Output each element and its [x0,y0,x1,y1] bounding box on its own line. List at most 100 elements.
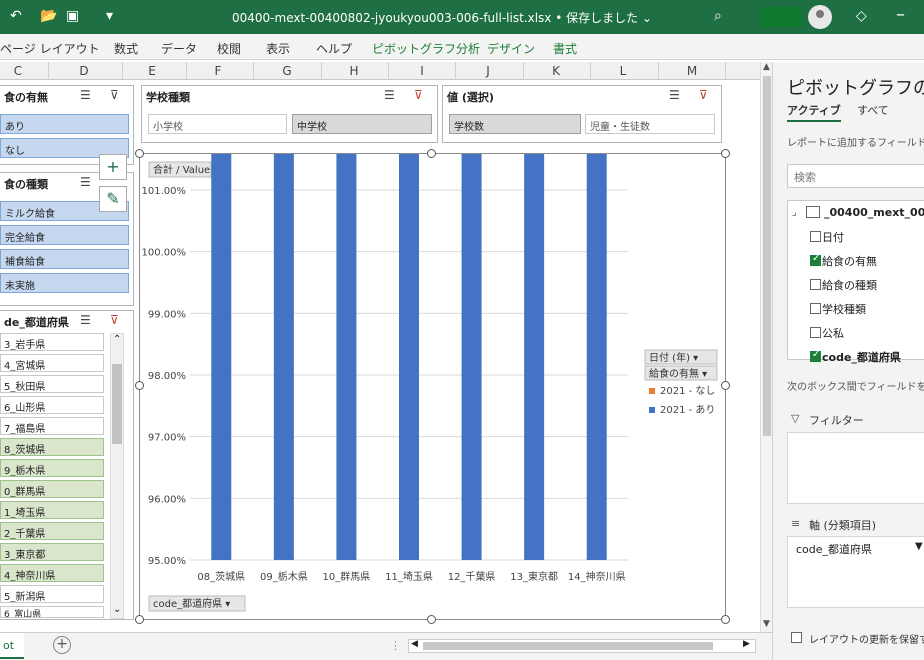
slicer-item[interactable]: 7_福島県 [0,417,104,435]
tab-pivotchart-analyze[interactable]: ピボットグラフ分析 [372,40,480,57]
resize-handle[interactable] [427,149,436,158]
tab-view[interactable]: 表示 [266,40,290,57]
account-name[interactable] [760,7,802,27]
defer-update-label[interactable]: レイアウトの更新を保留す [809,631,924,646]
resize-handle[interactable] [721,381,730,390]
col-header[interactable]: I [412,64,432,78]
tab-help[interactable]: ヘルプ [316,40,352,57]
col-header[interactable]: H [344,64,364,78]
slicer-item[interactable]: 中学校 [292,114,432,134]
slicer-todofuken[interactable]: de_都道府県 ☰ ⊽ 3_岩手県 4_宮城県 5_秋田県 6_山形県 7_福島… [0,310,134,620]
slicer-atai[interactable]: 値 (選択) ☰ ⊽ 学校数 児童・生徒数 [442,85,722,143]
tab-page-layout[interactable]: ページ レイアウト [0,40,100,57]
clear-filter-icon[interactable]: ⊽ [699,88,708,102]
autosave-icon[interactable]: ↶ [10,8,22,24]
slicer-item[interactable]: 5_新潟県 [0,585,104,603]
multi-select-icon[interactable]: ☰ [384,88,395,102]
slicer-item[interactable]: 8_茨城県 [0,438,104,456]
vertical-scrollbar[interactable]: ▲ ▼ [760,62,772,632]
sheet-scroll-divider-icon[interactable]: ⋮ [390,639,401,652]
scroll-down-icon[interactable]: ⌄ [113,604,121,615]
col-header[interactable]: M [682,64,702,78]
field-label[interactable]: 給食の有無 [822,253,877,269]
col-header[interactable]: D [74,64,94,78]
tab-formulas[interactable]: 数式 [114,40,138,57]
slicer-item[interactable]: 6_山形県 [0,396,104,414]
scroll-left-icon[interactable]: ◀ [411,639,418,649]
clear-filter-icon[interactable]: ⊽ [414,88,423,102]
multi-select-icon[interactable]: ☰ [80,88,91,102]
slicer-item[interactable]: 0_群馬県 [0,480,104,498]
slicer-item[interactable]: 補食給食 [0,249,129,269]
collapse-icon[interactable]: ⌟ [792,207,797,218]
axis-field-chip[interactable]: code_都道府県 [796,541,872,557]
multi-select-icon[interactable]: ☰ [80,313,91,327]
worksheet-grid[interactable]: 食の有無 ☰ ⊽ あり なし 食の種類 ☰ ミルク給食 完全給食 補食給食 未実… [0,0,760,632]
col-header[interactable]: F [208,64,228,78]
scroll-thumb[interactable] [763,76,771,436]
field-label[interactable]: code_都道府県 [822,349,901,365]
axis-drop-area[interactable]: code_都道府県 ▼ [787,536,924,608]
field-checkbox[interactable] [810,231,821,242]
chart-styles-button[interactable]: ✎ [99,186,127,212]
search-icon[interactable]: ⌕ [714,8,722,24]
slicer-item[interactable]: 3_東京都 [0,543,104,561]
tab-all[interactable]: すべて [857,102,889,118]
slicer-item[interactable]: 4_宮城県 [0,354,104,372]
tab-active[interactable]: アクティブ [787,102,841,122]
tab-design[interactable]: デザイン [487,40,535,57]
tab-data[interactable]: データ [161,40,197,57]
field-label[interactable]: 学校種類 [822,301,866,317]
col-header[interactable]: L [613,64,633,78]
resize-handle[interactable] [721,615,730,624]
scroll-thumb[interactable] [423,642,713,650]
slicer-item[interactable]: 5_秋田県 [0,375,104,393]
field-checkbox[interactable] [810,279,821,290]
chart-elements-button[interactable]: + [99,154,127,180]
sheet-tab[interactable]: ot [0,633,24,659]
slicer-kyushoku-umu[interactable]: 食の有無 ☰ ⊽ あり なし [0,85,134,165]
document-title[interactable]: 00400-mext-00400802-jyoukyou003-006-full… [232,9,652,26]
scroll-up-icon[interactable]: ⌃ [113,334,121,345]
field-checkbox[interactable] [810,303,821,314]
slicer-item[interactable]: 9_栃木県 [0,459,104,477]
multi-select-icon[interactable]: ☰ [80,175,91,189]
pivot-chart[interactable]: 合計 / Value 101.00% 100.00% 99.00% 98.00% 97.0… [139,0,726,620]
avatar[interactable] [808,5,832,29]
multi-select-icon[interactable]: ☰ [669,88,680,102]
resize-handle[interactable] [135,381,144,390]
field-label[interactable]: 日付 [822,229,844,245]
scroll-down-icon[interactable]: ▼ [763,619,770,629]
field-label[interactable]: 公私 [822,325,844,341]
clear-filter-icon[interactable]: ⊽ [110,88,119,102]
field-checkbox[interactable] [810,349,821,362]
col-header[interactable]: G [277,64,297,78]
minimize-icon[interactable]: – [896,4,905,25]
slicer-gakko-shurui[interactable]: 学校種類 ☰ ⊽ 小学校 中学校 [141,85,438,143]
slicer-item[interactable]: 小学校 [148,114,287,134]
slicer-item[interactable]: 学校数 [449,114,581,134]
slicer-item[interactable]: あり [0,114,129,134]
save-icon[interactable]: ▣ [66,8,79,24]
slicer-item[interactable]: 2_千葉県 [0,522,104,540]
slicer-scrollbar[interactable]: ⌃ ⌄ [110,333,124,619]
scroll-up-icon[interactable]: ▲ [763,62,770,72]
horizontal-scrollbar[interactable]: ◀ ▶ [408,639,756,653]
slicer-item[interactable]: 児童・生徒数 [585,114,715,134]
col-header[interactable]: J [478,64,498,78]
filter-drop-area[interactable] [787,432,924,504]
resize-handle[interactable] [427,615,436,624]
open-folder-icon[interactable]: 📂 [40,8,57,24]
resize-handle[interactable] [135,615,144,624]
slicer-item[interactable]: 1_埼玉県 [0,501,104,519]
defer-update-checkbox[interactable] [791,632,802,643]
field-checkbox[interactable] [810,327,821,338]
slicer-item[interactable]: 4_神奈川県 [0,564,104,582]
quick-access-dropdown-icon[interactable]: ▾ [106,8,113,24]
clear-filter-icon[interactable]: ⊽ [110,313,119,327]
slicer-item[interactable]: 6_富山県 [0,606,104,618]
scroll-thumb[interactable] [112,364,122,444]
col-header[interactable]: C [8,64,28,78]
slicer-item[interactable]: 3_岩手県 [0,333,104,351]
diamond-icon[interactable]: ◇ [856,8,867,24]
